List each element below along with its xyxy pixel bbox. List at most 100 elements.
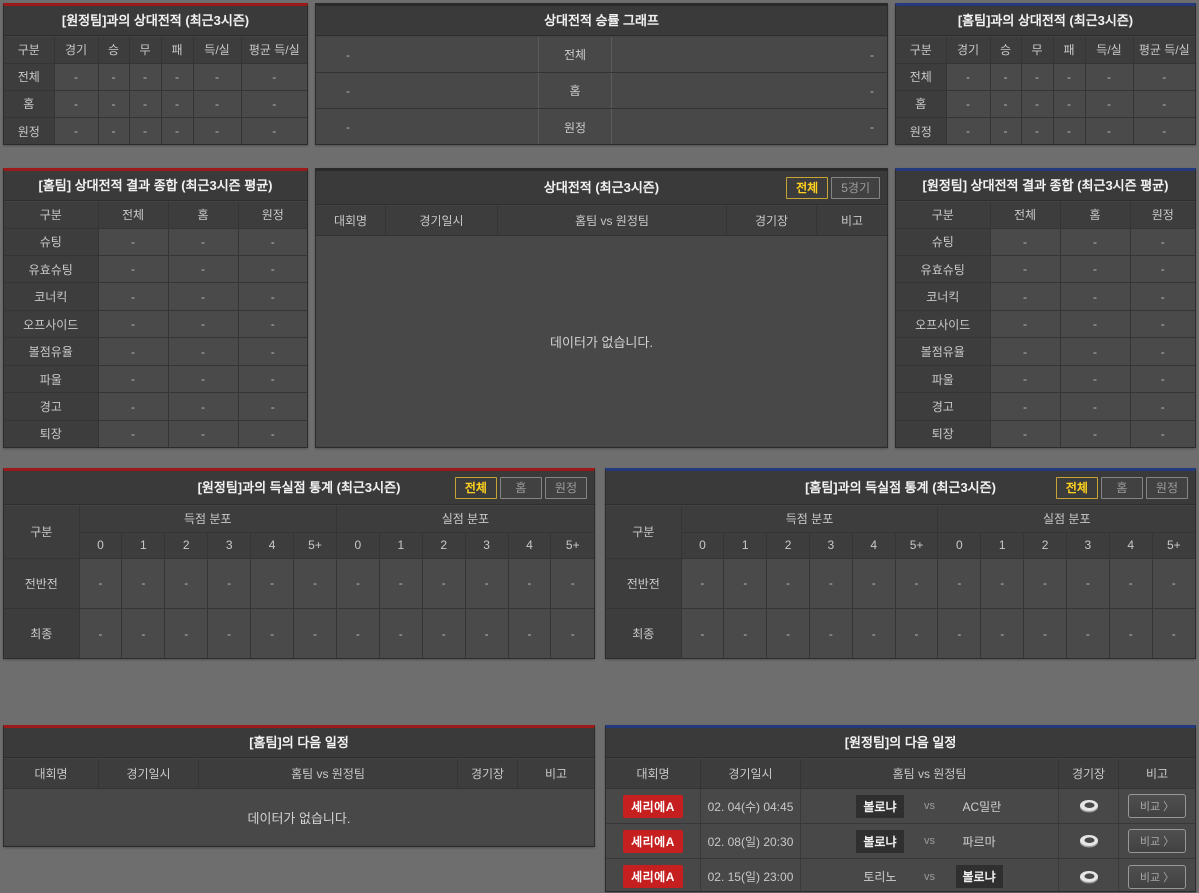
panel-title: [원정팀]의 다음 일정 bbox=[606, 728, 1195, 758]
panel-winrate-graph: 상대전적 승률 그래프 - 전체 - - 홈 - - 원정 - bbox=[315, 3, 888, 145]
h2h-home-table-wrap: 구분 경기 승 무 패 득/실 평균 득/실 전체 - - - - - - 홈 - - - - - - 원정 - - - - - - bbox=[896, 37, 1195, 144]
home-team-name: 볼로냐 bbox=[856, 794, 904, 818]
data-cell: - bbox=[1059, 227, 1131, 256]
conceded-cell: - bbox=[507, 608, 552, 658]
bin-header: 4 bbox=[1108, 531, 1153, 559]
h2h-matches-tabs: 전체 5경기 bbox=[786, 176, 880, 199]
row-label: 오프사이드 bbox=[896, 309, 991, 339]
goals-cell: - bbox=[766, 608, 810, 658]
panel-h2h-vs-awayteam: [원정팀]과의 상대전적 (최근3시즌) 구분 경기 승 무 패 득/실 평균 득/실 전체 -… bbox=[3, 3, 308, 145]
schedule-header-row: 대회명 경기일시 홈팀 vs 원정팀 경기장 비고 bbox=[316, 206, 887, 236]
filter-tab-전체[interactable]: 전체 bbox=[1055, 476, 1098, 499]
filter-tab-홈[interactable]: 홈 bbox=[499, 476, 542, 499]
conceded-cell: - bbox=[1108, 557, 1153, 610]
panel-title: [원정팀]과의 득실점 통계 (최근3시즌) 전체 홈 원정 bbox=[4, 471, 594, 505]
row-label: 최종 bbox=[4, 608, 80, 658]
h2h-away-table-wrap: 구분 경기 승 무 패 득/실 평균 득/실 전체 - - - - - - 홈 - - - - - - 원정 - - - - - - bbox=[4, 37, 307, 144]
column-header: 경기장 bbox=[727, 206, 817, 235]
stadium-icon[interactable] bbox=[1078, 798, 1100, 814]
graph-left-value: - bbox=[346, 47, 350, 62]
stadium-icon[interactable] bbox=[1078, 869, 1100, 885]
filter-tab-5경기[interactable]: 5경기 bbox=[831, 176, 880, 199]
data-cell: - bbox=[989, 227, 1061, 256]
data-cell: - bbox=[1129, 309, 1195, 339]
table-row: 슈팅 - - - bbox=[896, 227, 1195, 256]
panel-title: [홈팀]과의 득실점 통계 (최근3시즌) 전체 홈 원정 bbox=[606, 471, 1195, 505]
row-label: 전반전 bbox=[4, 557, 80, 610]
table-row: 전체 - - - - - - bbox=[4, 62, 307, 91]
goals-cell: - bbox=[766, 557, 810, 610]
data-cell: - bbox=[1129, 254, 1195, 284]
filter-tab-전체[interactable]: 전체 bbox=[454, 476, 497, 499]
stadium-icon[interactable] bbox=[1078, 833, 1100, 849]
data-cell: - bbox=[128, 89, 162, 119]
column-header: 대회명 bbox=[316, 206, 386, 235]
match-teams-cell: 토리노 vs 볼로냐 bbox=[801, 859, 1059, 891]
bin-header: 4 bbox=[851, 531, 896, 559]
goals-cell: - bbox=[78, 557, 123, 610]
conceded-cell: - bbox=[335, 608, 380, 658]
goals-cell: - bbox=[293, 608, 337, 658]
column-header: 득/실 bbox=[192, 37, 242, 64]
next-away-body: 대회명 경기일시 홈팀 vs 원정팀 경기장 비고 세리에A 02. 04(수) 04:45… bbox=[606, 759, 1195, 891]
row-label: 홈 bbox=[896, 89, 947, 119]
row-label: 유효슈팅 bbox=[4, 254, 99, 284]
goals-cell: - bbox=[808, 608, 853, 658]
data-cell: - bbox=[97, 337, 169, 366]
schedule-match-row: 세리에A 02. 04(수) 04:45 볼로냐 vs AC밀란 비교 〉 bbox=[606, 789, 1195, 824]
data-cell: - bbox=[989, 309, 1061, 339]
filter-tab-전체[interactable]: 전체 bbox=[786, 176, 829, 199]
table-row: 홈------ bbox=[4, 89, 307, 119]
panel-next-schedule-awayteam: [원정팀]의 다음 일정 대회명 경기일시 홈팀 vs 원정팀 경기장 비고 세리에A 02… bbox=[605, 725, 1196, 892]
column-header: 무 bbox=[128, 37, 162, 64]
filter-tab-원정[interactable]: 원정 bbox=[544, 476, 587, 499]
conceded-cell: - bbox=[550, 608, 594, 658]
away-team: 볼로냐 bbox=[940, 865, 1059, 888]
schedule-match-row: 세리에A 02. 15(일) 23:00 토리노 vs 볼로냐 비교 〉 bbox=[606, 859, 1195, 891]
row-label: 유효슈팅 bbox=[896, 254, 991, 284]
data-cell: - bbox=[240, 117, 307, 144]
graph-right-value: - bbox=[870, 47, 874, 62]
graph-row: - 원정 - bbox=[316, 109, 887, 144]
goals-cell: - bbox=[680, 608, 725, 658]
conceded-cell: - bbox=[335, 557, 380, 610]
data-cell: - bbox=[97, 254, 169, 284]
data-cell: - bbox=[97, 282, 169, 311]
panel-summary-awayteam: [원정팀] 상대전적 결과 종합 (최근3시즌 평균) 구분 전체 홈 원정 슈팅 - - -… bbox=[895, 168, 1196, 448]
data-cell: - bbox=[53, 89, 99, 119]
data-cell: - bbox=[1052, 89, 1086, 119]
compare-cell: 비교 〉 bbox=[1119, 824, 1195, 858]
row-label: 퇴장 bbox=[4, 419, 99, 447]
bin-header: 2 bbox=[164, 531, 209, 559]
panel-h2h-vs-hometeam: [홈팀]과의 상대전적 (최근3시즌) 구분 경기 승 무 패 득/실 평균 득/실 전체 - -… bbox=[895, 3, 1196, 145]
group-header: 득점 분포 bbox=[680, 506, 939, 533]
panel-title: [원정팀] 상대전적 결과 종합 (최근3시즌 평균) bbox=[896, 171, 1195, 201]
data-cell: - bbox=[128, 117, 162, 144]
compare-button[interactable]: 비교 〉 bbox=[1127, 829, 1187, 853]
data-cell: - bbox=[989, 89, 1022, 119]
table-row: 오프사이드 - - - bbox=[896, 309, 1195, 339]
summary_home-table: 구분 전체 홈 원정 슈팅 - - - 유효슈팅 - - - 코너킥 - - - 오프사이드 - - - 볼점유율 - - -… bbox=[4, 202, 307, 447]
filter-tab-홈[interactable]: 홈 bbox=[1100, 476, 1143, 499]
graph-row: - 전체 - bbox=[316, 37, 887, 73]
filter-tab-원정[interactable]: 원정 bbox=[1145, 476, 1188, 499]
data-cell: - bbox=[1020, 62, 1054, 91]
conceded-cell: - bbox=[1108, 608, 1153, 658]
panel-title: 상대전적 (최근3시즌) 전체 5경기 bbox=[316, 171, 887, 205]
winrate-graph-body: - 전체 - - 홈 - - 원정 - bbox=[316, 37, 887, 144]
row-label: 볼점유율 bbox=[4, 337, 99, 366]
compare-button[interactable]: 비교 〉 bbox=[1127, 864, 1187, 889]
league-cell: 세리에A bbox=[606, 859, 701, 891]
data-cell: - bbox=[167, 282, 239, 311]
conceded-cell: - bbox=[378, 608, 423, 658]
conceded-cell: - bbox=[937, 557, 982, 610]
corner-header: 구분 bbox=[606, 506, 682, 559]
schedule-match-row: 세리에A 02. 08(일) 20:30 볼로냐 vs 파르마 비교 〉 bbox=[606, 824, 1195, 859]
column-header: 비고 bbox=[544, 767, 568, 781]
column-header: 득/실 bbox=[1084, 37, 1134, 64]
goals-cell: - bbox=[164, 557, 209, 610]
data-cell: - bbox=[97, 309, 169, 339]
datetime-cell: 02. 15(일) 23:00 bbox=[701, 859, 801, 891]
compare-button[interactable]: 비교 〉 bbox=[1127, 794, 1187, 818]
goals_vs_away-table: 구분 득점 분포 실점 분포 0 1 2 3 4 5+ 0 1 2 3 4 5+ 전반전 - - - - - - - - - - -… bbox=[4, 506, 594, 658]
